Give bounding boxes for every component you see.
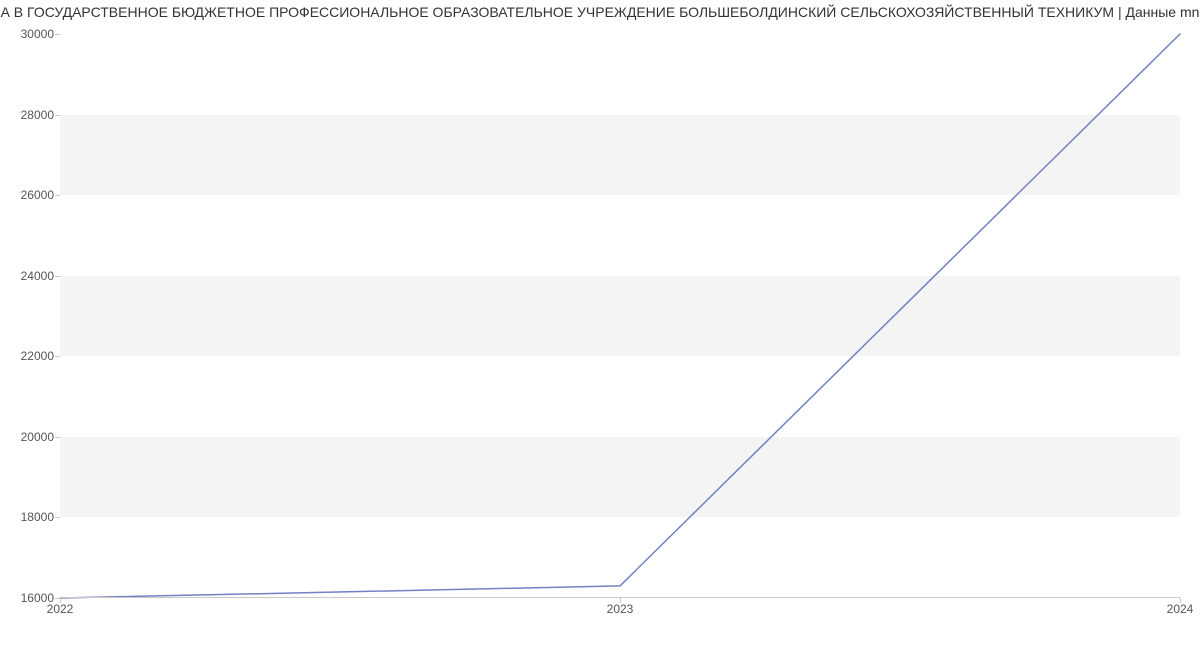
x-tick-label: 2022 <box>47 602 74 616</box>
y-tick-mark <box>55 356 60 357</box>
y-tick-mark <box>55 34 60 35</box>
y-tick-mark <box>55 437 60 438</box>
y-tick-mark <box>55 517 60 518</box>
x-tick-mark <box>60 598 61 603</box>
y-tick-mark <box>55 276 60 277</box>
y-tick-mark <box>55 115 60 116</box>
y-tick-label: 22000 <box>0 349 54 363</box>
x-tick-label: 2023 <box>607 602 634 616</box>
y-tick-label: 28000 <box>0 108 54 122</box>
y-tick-label: 30000 <box>0 27 54 41</box>
y-tick-label: 24000 <box>0 269 54 283</box>
line-series <box>60 34 1180 598</box>
x-tick-mark <box>1180 598 1181 603</box>
y-tick-mark <box>55 195 60 196</box>
y-tick-label: 20000 <box>0 430 54 444</box>
x-tick-mark <box>620 598 621 603</box>
chart-title: А В ГОСУДАРСТВЕННОЕ БЮДЖЕТНОЕ ПРОФЕССИОН… <box>0 4 1200 20</box>
chart-plot-area <box>60 34 1180 598</box>
y-tick-label: 26000 <box>0 188 54 202</box>
data-line <box>60 34 1180 598</box>
y-tick-label: 18000 <box>0 510 54 524</box>
x-tick-label: 2024 <box>1167 602 1194 616</box>
